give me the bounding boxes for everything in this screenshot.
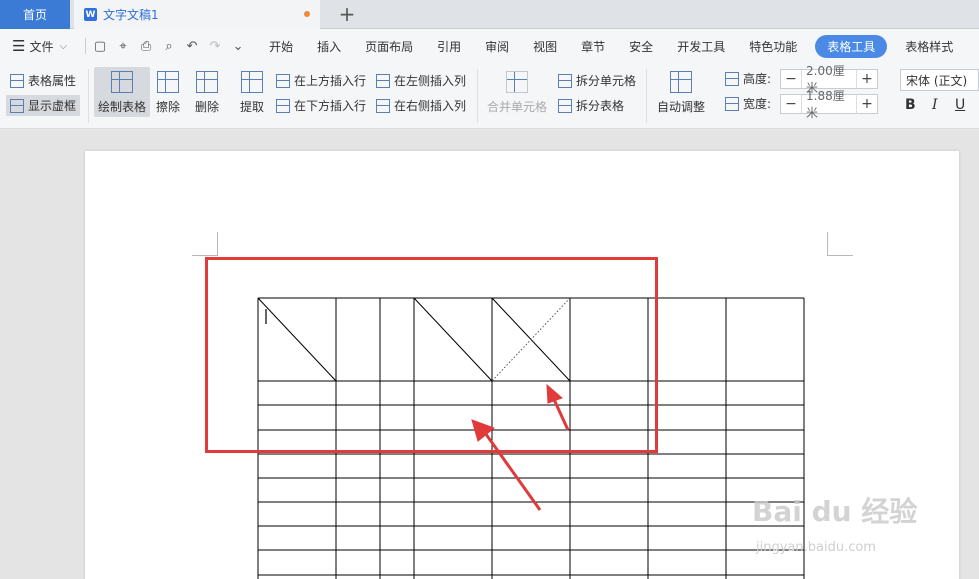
highlight-box xyxy=(205,257,658,453)
baidu-watermark-url: jingyan.baidu.com xyxy=(756,540,876,555)
baidu-watermark: Bai du 经验 xyxy=(752,495,918,528)
